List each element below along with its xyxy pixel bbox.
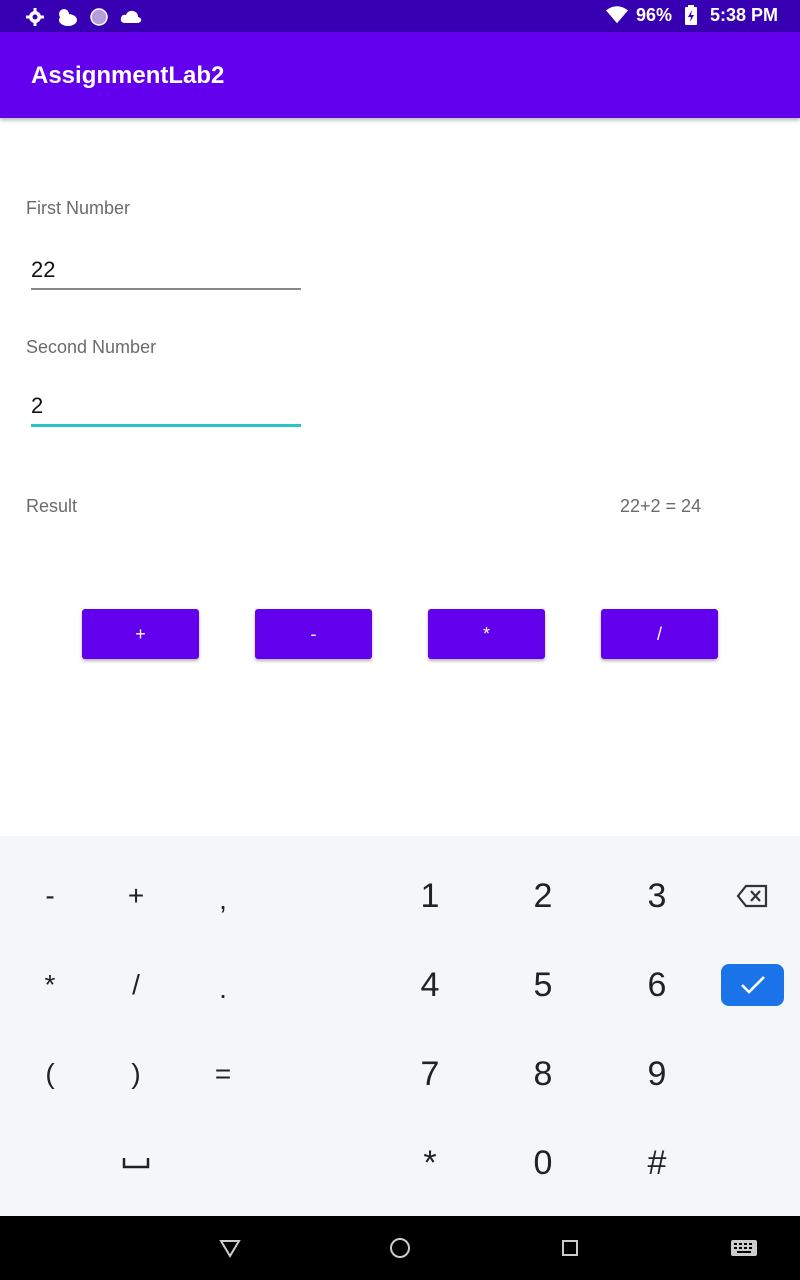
status-bar: 96% 5:38 PM — [0, 0, 800, 32]
result-value: 22+2 = 24 — [620, 496, 702, 516]
multiply-button[interactable]: * — [428, 609, 545, 659]
key-9[interactable]: 9 — [617, 1034, 697, 1114]
check-icon — [740, 976, 765, 994]
battery-percent: 96% — [635, 4, 672, 25]
space-icon — [122, 1158, 150, 1169]
key-8[interactable]: 8 — [503, 1034, 583, 1114]
first-number-underline — [31, 288, 301, 290]
first-number-input[interactable] — [31, 250, 301, 290]
app-title: AssignmentLab2 — [31, 62, 225, 89]
battery-icon — [680, 4, 702, 26]
add-button[interactable]: + — [82, 609, 199, 659]
key-plus[interactable]: + — [96, 856, 176, 936]
recents-icon[interactable] — [558, 1236, 582, 1260]
key-comma[interactable]: , — [183, 860, 263, 940]
key-space[interactable] — [96, 1123, 176, 1203]
back-icon[interactable] — [218, 1236, 242, 1260]
second-number-label: Second Number — [26, 337, 157, 357]
circle-icon — [88, 6, 110, 28]
key-6[interactable]: 6 — [617, 945, 697, 1025]
home-icon[interactable] — [388, 1236, 412, 1260]
subtract-button[interactable]: - — [255, 609, 372, 659]
key-5[interactable]: 5 — [503, 945, 583, 1025]
key-star[interactable]: * — [390, 1123, 470, 1203]
key-close-paren[interactable]: ) — [96, 1034, 176, 1114]
key-3[interactable]: 3 — [617, 856, 697, 936]
settings-icon — [24, 6, 46, 28]
backspace-icon — [736, 884, 768, 908]
navigation-bar — [0, 1216, 800, 1280]
key-open-paren[interactable]: ( — [10, 1034, 90, 1114]
backspace-key[interactable] — [712, 856, 792, 936]
key-4[interactable]: 4 — [390, 945, 470, 1025]
key-equals[interactable]: = — [183, 1034, 263, 1114]
result-label: Result — [26, 496, 78, 516]
divide-button[interactable]: / — [601, 609, 718, 659]
app-bar: AssignmentLab2 — [0, 32, 800, 118]
key-1[interactable]: 1 — [390, 856, 470, 936]
key-0[interactable]: 0 — [503, 1123, 583, 1203]
key-2[interactable]: 2 — [503, 856, 583, 936]
second-number-input[interactable] — [31, 386, 301, 426]
key-period[interactable]: . — [183, 949, 263, 1029]
key-minus[interactable]: - — [10, 856, 90, 936]
key-asterisk[interactable]: * — [10, 945, 90, 1025]
clock: 5:38 PM — [709, 4, 778, 25]
key-hash[interactable]: # — [617, 1123, 697, 1203]
keyboard-icon[interactable] — [730, 1236, 758, 1260]
key-slash[interactable]: / — [96, 945, 176, 1025]
wifi-icon — [605, 4, 628, 26]
weather-cloud-sun-icon — [56, 6, 78, 28]
key-7[interactable]: 7 — [390, 1034, 470, 1114]
first-number-label: First Number — [26, 198, 131, 218]
second-number-underline — [31, 424, 301, 427]
cloud-icon — [120, 6, 142, 28]
enter-key[interactable] — [721, 964, 784, 1006]
numeric-keyboard: - + , * / . ( ) = 1 2 3 4 5 6 7 8 9 * 0 … — [0, 836, 800, 1216]
